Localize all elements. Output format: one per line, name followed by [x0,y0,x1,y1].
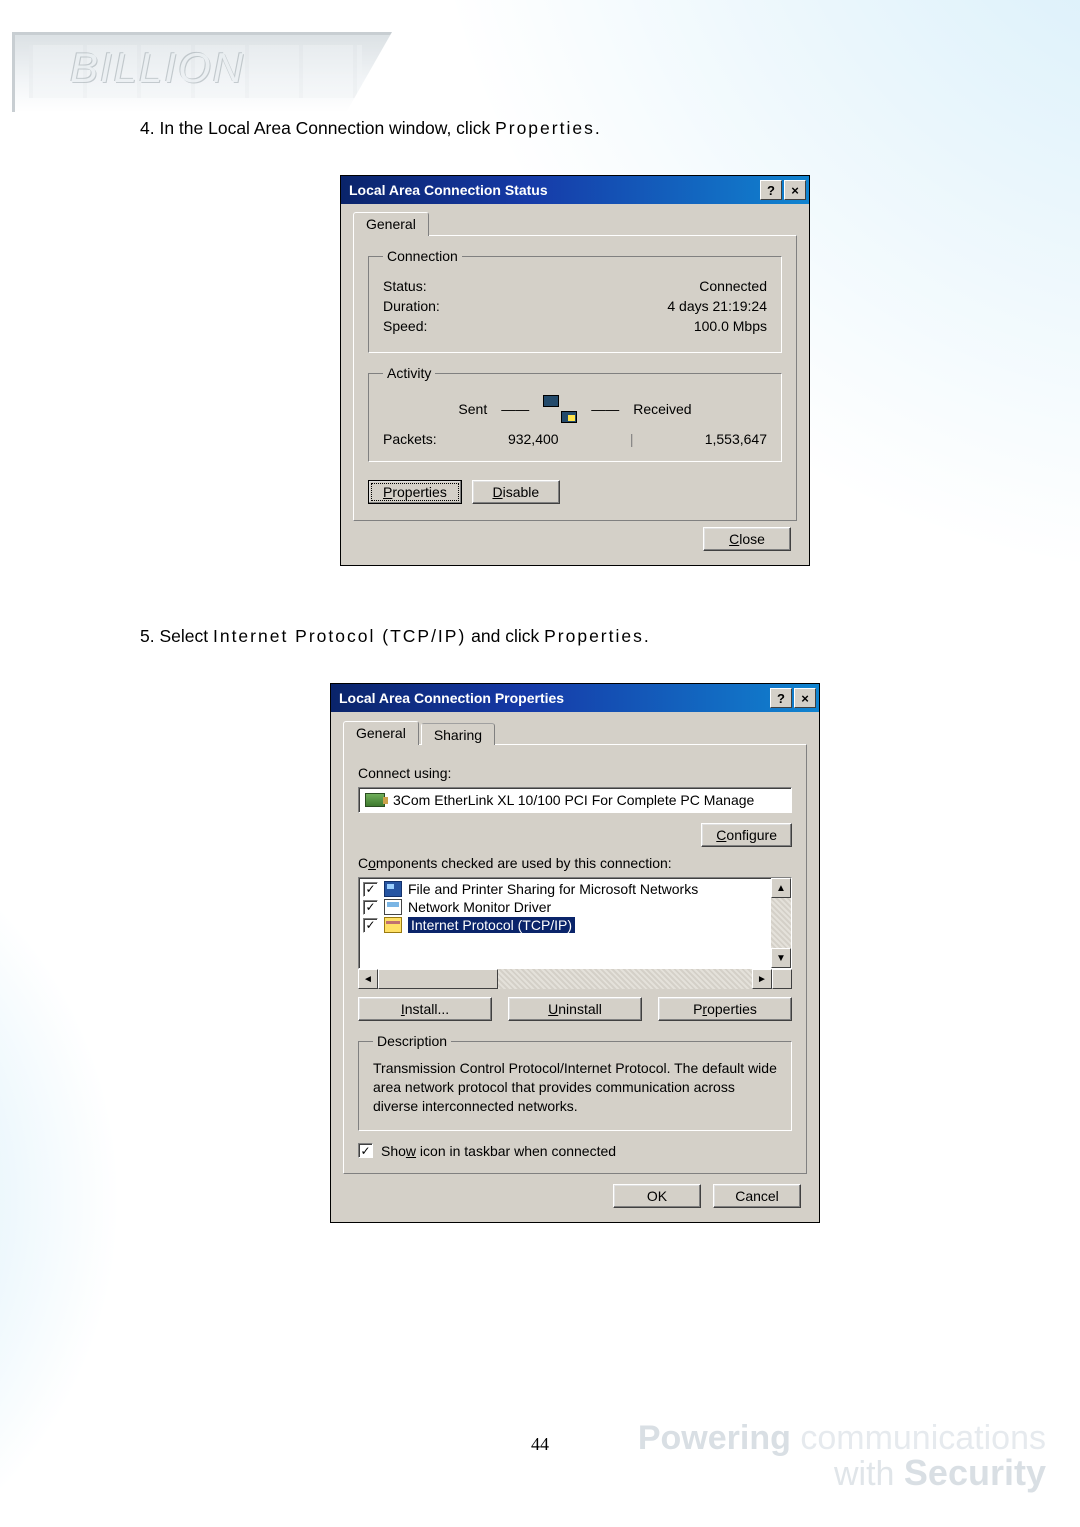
group-activity-legend: Activity [383,365,435,381]
components-listbox[interactable]: ✓ File and Printer Sharing for Microsoft… [358,877,792,969]
duration-value: 4 days 21:19:24 [667,298,767,314]
step5-kw1: Internet Protocol (TCP/IP) [213,626,466,646]
scroll-left-button[interactable]: ◄ [358,969,378,989]
scroll-right-button[interactable]: ► [752,969,772,989]
scroll-thumb[interactable] [378,969,498,989]
cancel-button[interactable]: Cancel [713,1184,801,1208]
step5-prefix: 5. Select [140,626,213,646]
list-item[interactable]: ✓ File and Printer Sharing for Microsoft… [361,880,769,898]
file-printer-sharing-icon [384,881,402,897]
footer-brand: Powering communications with Security [638,1421,1046,1491]
group-connection-legend: Connection [383,248,462,264]
ok-button[interactable]: OK [613,1184,701,1208]
close-button[interactable]: Close [703,527,791,551]
brand-logo: BILLION [70,44,245,92]
titlebar-close-button-2[interactable]: × [794,688,816,708]
dialog-lan-properties: Local Area Connection Properties ? × Gen… [330,683,820,1223]
row-duration: Duration: 4 days 21:19:24 [383,298,767,314]
install-button[interactable]: Install... [358,997,492,1021]
footer-word-security: Security [904,1452,1046,1493]
step4-keyword: Properties [495,118,595,138]
step5-kw2: Properties [544,626,644,646]
packets-label: Packets: [383,431,437,447]
vertical-scrollbar[interactable]: ▲ ▼ [771,878,791,968]
activity-dash: —— [501,401,529,417]
activity-dash-2: —— [591,401,619,417]
group-description-legend: Description [373,1033,451,1049]
adapter-name: 3Com EtherLink XL 10/100 PCI For Complet… [393,792,754,808]
scroll-track[interactable] [771,898,791,948]
speed-label: Speed: [383,318,427,334]
step4-prefix: 4. In the Local Area Connection window, … [140,118,495,138]
titlebar-close-button[interactable]: × [784,180,806,200]
checkbox-icon[interactable]: ✓ [363,900,378,915]
tcpip-protocol-icon [384,917,402,933]
tab-sharing[interactable]: Sharing [421,723,495,745]
step-4-text: 4. In the Local Area Connection window, … [140,118,1010,139]
scroll-track-h[interactable] [498,969,752,989]
packets-separator: | [630,431,634,447]
scroll-down-button[interactable]: ▼ [771,948,791,968]
tab-general-2[interactable]: General [343,721,419,745]
step5-suffix: . [644,626,649,646]
titlebar-lan-properties[interactable]: Local Area Connection Properties ? × [331,684,819,712]
connect-using-label: Connect using: [358,765,792,781]
status-label: Status: [383,278,427,294]
configure-button[interactable]: Configure [701,823,792,847]
speed-value: 100.0 Mbps [694,318,767,334]
list-item[interactable]: ✓ Network Monitor Driver [361,898,769,916]
dialog-lan-status: Local Area Connection Status ? × General… [340,175,810,566]
group-description: Description Transmission Control Protoco… [358,1033,792,1131]
horizontal-scrollbar[interactable]: ◄ ► [358,969,772,989]
list-item-label: Network Monitor Driver [408,899,551,915]
tab-general[interactable]: General [353,212,429,236]
group-activity: Activity Sent —— —— Received Packets: [368,365,782,462]
checkbox-icon[interactable]: ✓ [363,882,378,897]
network-monitor-icon [384,899,402,915]
titlebar-help-button-2[interactable]: ? [770,688,792,708]
activity-received-label: Received [633,401,691,417]
packets-received-value: 1,553,647 [705,431,767,447]
description-text: Transmission Control Protocol/Internet P… [373,1059,777,1116]
step4-suffix: . [595,118,600,138]
show-icon-checkbox[interactable]: ✓ [358,1143,373,1158]
network-activity-icon [543,395,577,423]
properties-button[interactable]: Properties [368,480,462,504]
footer-word-with: with [834,1455,904,1493]
step5-mid: and click [466,626,544,646]
nic-card-icon [365,793,385,807]
status-value: Connected [699,278,767,294]
footer-word-powering: Powering [638,1419,791,1457]
components-label: Components checked are used by this conn… [358,855,792,871]
uninstall-button[interactable]: Uninstall [508,997,642,1021]
titlebar-help-button[interactable]: ? [760,180,782,200]
properties-button-2[interactable]: Properties [658,997,792,1021]
step-5-text: 5. Select Internet Protocol (TCP/IP) and… [140,626,1010,647]
scroll-corner [772,969,792,989]
duration-label: Duration: [383,298,440,314]
titlebar-lan-status[interactable]: Local Area Connection Status ? × [341,176,809,204]
scroll-up-button[interactable]: ▲ [771,878,791,898]
list-item-selected[interactable]: ✓ Internet Protocol (TCP/IP) [361,916,769,934]
packets-sent-value: 932,400 [508,431,559,447]
adapter-field: 3Com EtherLink XL 10/100 PCI For Complet… [358,787,792,813]
list-item-label: Internet Protocol (TCP/IP) [408,917,575,933]
row-status: Status: Connected [383,278,767,294]
list-item-label: File and Printer Sharing for Microsoft N… [408,881,698,897]
checkbox-icon[interactable]: ✓ [363,918,378,933]
disable-button[interactable]: Disable [472,480,560,504]
dialog-title: Local Area Connection Status [349,182,548,198]
row-speed: Speed: 100.0 Mbps [383,318,767,334]
activity-sent-label: Sent [458,401,487,417]
dialog-title-2: Local Area Connection Properties [339,690,564,706]
group-connection: Connection Status: Connected Duration: 4… [368,248,782,353]
show-icon-label: Show icon in taskbar when connected [381,1143,616,1159]
